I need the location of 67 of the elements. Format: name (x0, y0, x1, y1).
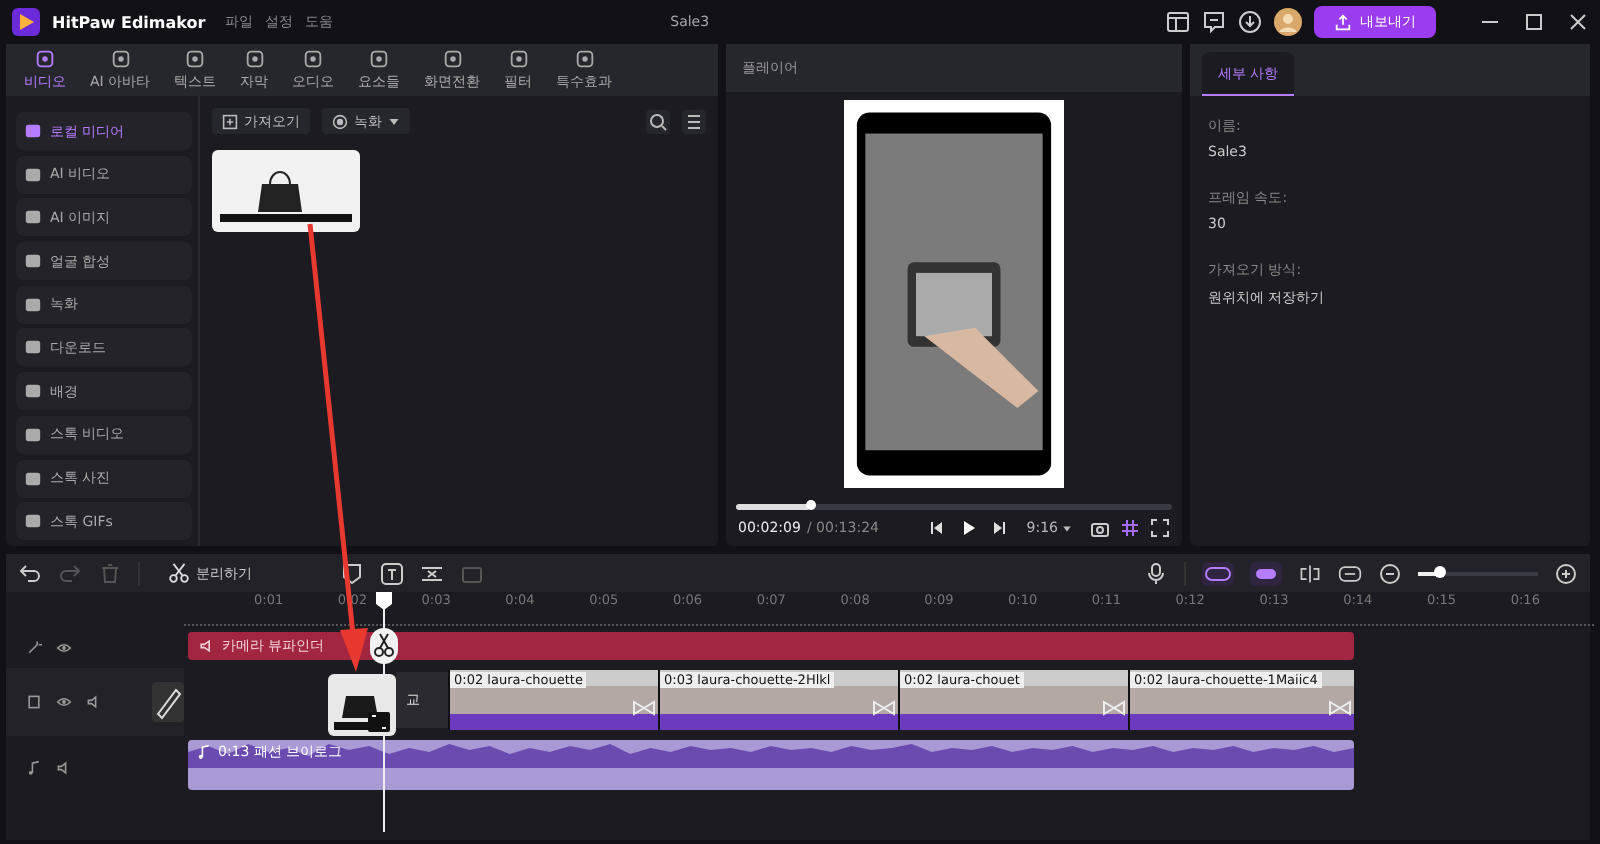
dragged-clip-thumbnail[interactable] (328, 674, 396, 736)
speaker-icon[interactable] (86, 694, 102, 710)
sidebar-icon (24, 382, 42, 401)
caret-icon (1062, 523, 1072, 533)
sidebar-icon (24, 512, 42, 531)
magic-icon[interactable] (26, 640, 42, 656)
cut-icon[interactable] (420, 561, 444, 585)
zoom-out-icon[interactable] (1378, 561, 1402, 585)
transition-icon[interactable] (1326, 698, 1354, 718)
sidebar-icon (24, 295, 42, 314)
link-icon[interactable] (1202, 561, 1234, 585)
transition-icon[interactable] (870, 698, 898, 718)
upload-icon (1334, 13, 1352, 31)
sidebar-icon (24, 208, 42, 227)
sidebar-icon (24, 469, 42, 487)
tab-icon (441, 48, 464, 70)
avatar-icon[interactable] (1274, 8, 1302, 36)
seek-bar[interactable] (736, 504, 1172, 510)
grid-icon[interactable] (1120, 518, 1140, 538)
music-note-icon (196, 744, 212, 760)
layout-icon[interactable] (1166, 10, 1190, 34)
tab-icon (302, 48, 325, 70)
music-note-icon[interactable] (26, 760, 42, 776)
list-view-icon[interactable] (682, 109, 706, 133)
scissors-icon (168, 562, 190, 584)
sidebar-icon (24, 122, 42, 140)
search-icon[interactable] (646, 109, 670, 133)
fit-icon[interactable] (1338, 561, 1362, 585)
tab-icon (109, 48, 132, 70)
caret-icon (388, 115, 400, 127)
transition-icon[interactable] (630, 698, 658, 718)
marker-icon[interactable] (340, 561, 364, 585)
speaker-icon[interactable] (56, 760, 72, 776)
play-icon[interactable] (958, 518, 979, 538)
film-icon[interactable] (26, 694, 42, 710)
sidebar-icon (24, 252, 42, 271)
text-tool-icon[interactable] (380, 561, 404, 585)
record-icon (332, 113, 348, 129)
microphone-icon[interactable] (1144, 561, 1168, 585)
next-frame-icon[interactable] (988, 518, 1009, 538)
tab-icon (243, 48, 266, 70)
transition-icon[interactable] (1100, 698, 1128, 718)
split-view-icon[interactable] (1298, 561, 1322, 585)
eye-icon[interactable] (56, 640, 72, 656)
tab-icon (184, 48, 207, 70)
snap-icon[interactable] (1250, 561, 1282, 585)
eye-icon[interactable] (56, 694, 72, 710)
zoom-in-icon[interactable] (1554, 561, 1578, 585)
sidebar-icon (24, 338, 42, 357)
maximize-icon[interactable] (1524, 12, 1544, 32)
tab-icon (573, 48, 596, 70)
camera-icon[interactable] (1090, 518, 1110, 538)
tab-icon (34, 48, 56, 70)
undo-icon[interactable] (18, 561, 42, 585)
tab-icon (507, 48, 530, 70)
sidebar-icon (24, 165, 42, 184)
feedback-icon[interactable] (1202, 10, 1226, 34)
speaker-icon (198, 638, 214, 654)
app-logo-icon (12, 8, 40, 36)
close-icon[interactable] (1568, 12, 1588, 32)
app-name: HitPaw Edimakor (52, 13, 206, 31)
photo-placeholder[interactable] (212, 150, 360, 232)
fullscreen-icon[interactable] (1150, 518, 1170, 538)
tab-icon (368, 48, 391, 70)
download-icon[interactable] (1238, 10, 1262, 34)
sidebar-icon (24, 425, 42, 444)
plus-square-icon (222, 113, 238, 129)
